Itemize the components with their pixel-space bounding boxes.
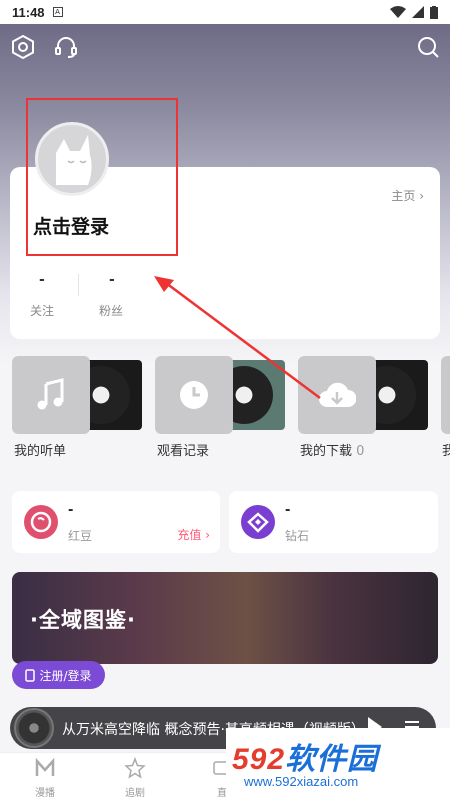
watermark-url: www.592xiazai.com [244, 774, 359, 789]
stat-divider [78, 274, 79, 296]
clock-icon [155, 356, 233, 434]
status-time: 11:48 [12, 4, 45, 20]
tile-my-playlist[interactable] [12, 356, 145, 434]
register-login-label: 注册/登录 [39, 668, 92, 683]
red-bean-icon [24, 505, 58, 539]
followers-count[interactable]: - [109, 272, 115, 288]
watermark-text: 软件园 [285, 743, 379, 776]
tab-manbo[interactable]: 漫播 [15, 757, 75, 799]
downloads-count: 0 [356, 444, 365, 459]
diamond-label: 钻石 [285, 529, 310, 543]
music-note-icon [12, 356, 90, 434]
homepage-link[interactable]: 主页 › [391, 187, 424, 204]
watermark-number: 592 [232, 743, 286, 776]
signal-icon [412, 6, 424, 18]
red-bean-value: - [68, 503, 74, 518]
tile-partial[interactable] [441, 356, 450, 434]
tile-label-history: 观看记录 [157, 444, 210, 459]
diamond-value: - [285, 503, 291, 518]
register-login-button[interactable]: 注册/登录 [12, 661, 105, 689]
status-indicators [390, 5, 438, 19]
wifi-icon [390, 6, 406, 18]
search-icon[interactable] [415, 34, 441, 60]
following-label[interactable]: 关注 [30, 302, 54, 319]
site-watermark: 592软件园 www.592xiazai.com [226, 728, 450, 800]
tile-my-downloads[interactable] [298, 356, 431, 434]
tab-manbo-label: 漫播 [35, 788, 55, 799]
tile-partial-cover [441, 356, 450, 434]
watermark-logo: 592软件园 [232, 734, 378, 778]
tab-zhuiju[interactable]: 追剧 [105, 756, 165, 799]
banner-title: ·全域图鉴· [30, 608, 136, 632]
following-count[interactable]: - [39, 272, 45, 288]
tile-label-downloads: 我的下载 0 [300, 440, 364, 459]
status-bar: 11:48 A [0, 0, 450, 24]
promo-banner[interactable]: ·全域图鉴· [12, 572, 438, 664]
tile-label-playlist: 我的听单 [14, 444, 67, 459]
phone-icon [25, 668, 36, 682]
headset-icon[interactable] [53, 34, 79, 60]
star-icon [124, 756, 146, 779]
download-cloud-icon [298, 356, 376, 434]
diamond-icon [241, 505, 275, 539]
m-logo-icon [35, 757, 55, 776]
red-bean-label: 红豆 [68, 529, 93, 543]
highlight-box [26, 98, 178, 256]
tab-zhuiju-label: 追剧 [125, 788, 145, 799]
hexagon-settings-icon[interactable] [10, 34, 36, 60]
wallet-red-bean[interactable]: - 红豆 充值 › [12, 491, 220, 553]
tile-watch-history[interactable] [155, 356, 288, 434]
tile-label-partial: 我 [442, 444, 450, 459]
tile-label-downloads-text: 我的下载 [300, 444, 353, 459]
notification-icon: A [52, 7, 63, 17]
recharge-button[interactable]: 充值 › [177, 526, 210, 543]
wallet-diamond[interactable]: - 钻石 [229, 491, 438, 553]
followers-label[interactable]: 粉丝 [99, 302, 123, 319]
battery-icon [430, 5, 438, 19]
player-disc-icon [14, 708, 54, 748]
